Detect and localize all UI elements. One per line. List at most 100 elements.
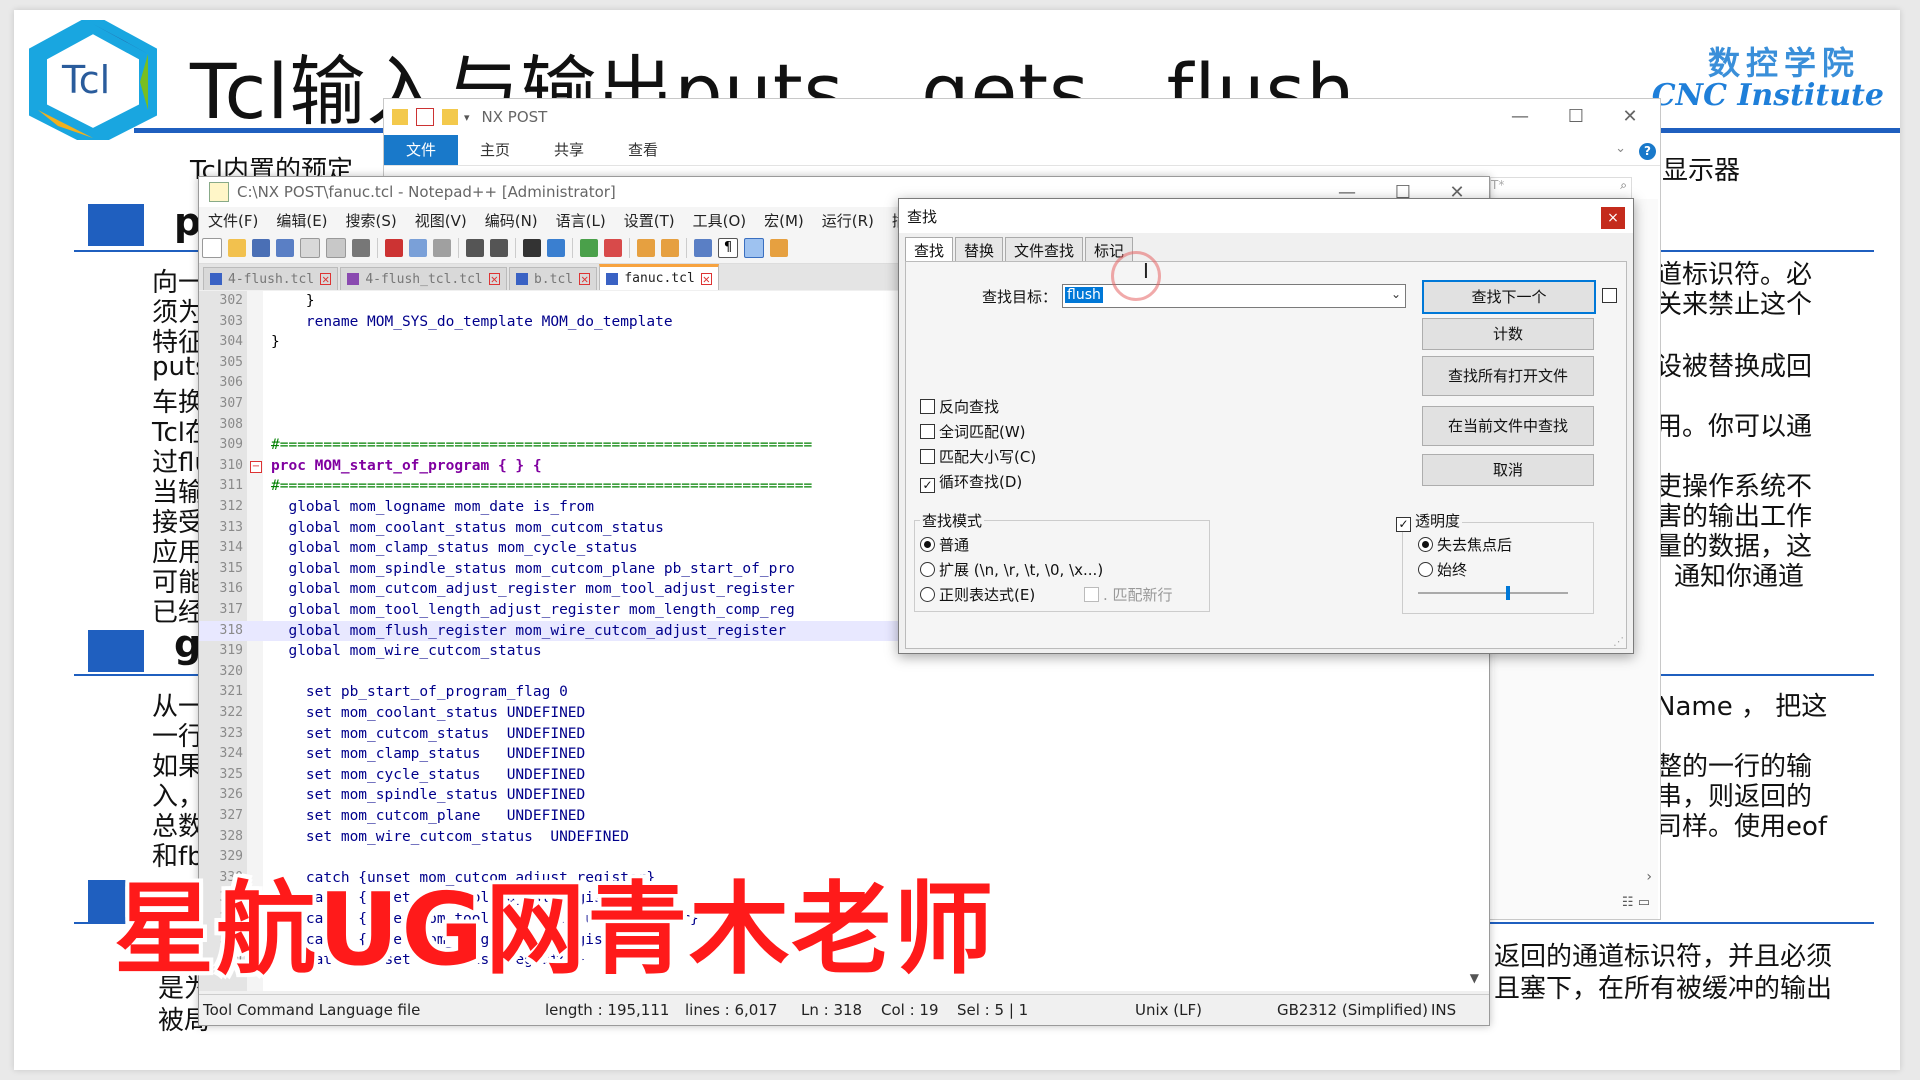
ribbon-tab-file[interactable]: 文件 (384, 135, 459, 165)
sync-vertical-icon[interactable] (637, 239, 655, 257)
option-whole-word[interactable]: 全词匹配(W) (920, 421, 1026, 442)
menu-view[interactable]: 视图(V) (406, 210, 476, 231)
checkbox-checked[interactable]: ✓ (1396, 517, 1411, 532)
explorer-search-input[interactable]: T* ⌕ (1490, 177, 1632, 199)
code-line[interactable]: 325 set mom_cycle_status UNDEFINED (199, 765, 1489, 786)
zoom-in-icon[interactable] (580, 239, 598, 257)
find-next-button[interactable]: 查找下一个 (1422, 280, 1596, 314)
checkbox[interactable] (920, 424, 935, 439)
code-line[interactable]: 321 set pb_start_of_program_flag 0 (199, 682, 1489, 703)
ribbon-tab-home[interactable]: 主页 (458, 135, 532, 165)
resize-grip-icon[interactable]: ⋰ (1613, 635, 1624, 648)
code-line[interactable]: 324 set mom_clamp_status UNDEFINED (199, 744, 1489, 765)
close-icon[interactable]: ✕ (700, 272, 713, 285)
ribbon-tab-share[interactable]: 共享 (532, 135, 606, 165)
mode-regex[interactable]: 正则表达式(E) (920, 584, 1035, 605)
transparency-slider-thumb[interactable] (1505, 586, 1510, 600)
find-icon[interactable] (523, 239, 541, 257)
code-line[interactable]: 322 set mom_coolant_status UNDEFINED (199, 703, 1489, 724)
radio[interactable] (920, 587, 935, 602)
chevron-down-icon[interactable]: ⌄ (1615, 141, 1626, 156)
radio[interactable] (1418, 562, 1433, 577)
mode-extended[interactable]: 扩展 (\n, \r, \t, \0, \x...) (920, 559, 1103, 580)
ribbon-tab-view[interactable]: 查看 (606, 135, 680, 165)
option-wrap-around[interactable]: ✓ 循环查找(D) (920, 471, 1022, 493)
help-icon[interactable]: ? (1639, 143, 1656, 160)
checkbox-disabled[interactable] (1084, 587, 1099, 602)
sync-horizontal-icon[interactable] (661, 239, 679, 257)
find-in-current-file-button[interactable]: 在当前文件中查找 (1422, 406, 1594, 446)
undo-icon[interactable] (466, 239, 484, 257)
close-icon[interactable]: × (1601, 207, 1625, 229)
close-icon[interactable]: ✕ (579, 273, 591, 285)
scroll-right-arrow[interactable]: › (1646, 869, 1652, 885)
explorer-titlebar[interactable]: ▾ NX POST (384, 99, 1660, 135)
close-file-icon[interactable] (300, 238, 320, 258)
print-icon[interactable] (352, 239, 370, 257)
code-line[interactable]: 327 set mom_cutcom_plane UNDEFINED (199, 806, 1489, 827)
checkbox[interactable] (920, 399, 935, 414)
option-match-case[interactable]: 匹配大小写(C) (920, 446, 1036, 467)
menu-search[interactable]: 搜索(S) (337, 210, 406, 231)
replace-icon[interactable] (547, 239, 565, 257)
code-line[interactable]: 320 (199, 662, 1489, 683)
find-titlebar[interactable]: 查找 (899, 199, 1633, 233)
properties-icon[interactable] (416, 108, 434, 126)
menu-file[interactable]: 文件(F) (199, 210, 267, 231)
option-dot-newline[interactable]: . 匹配新行 (1084, 584, 1173, 605)
zoom-out-icon[interactable] (604, 239, 622, 257)
copy-icon[interactable] (409, 239, 427, 257)
indent-guide-icon[interactable] (744, 238, 764, 258)
menu-settings[interactable]: 设置(T) (615, 210, 684, 231)
doc-tab-active[interactable]: fanuc.tcl ✕ (599, 264, 720, 290)
menu-tools[interactable]: 工具(O) (684, 210, 756, 231)
transparency-slider-track[interactable] (1418, 586, 1568, 600)
fold-collapse-icon[interactable]: − (250, 460, 262, 473)
close-icon[interactable]: ✕ (320, 273, 332, 285)
new-folder-icon[interactable] (442, 109, 458, 125)
checkbox-checked[interactable]: ✓ (920, 478, 935, 493)
close-icon[interactable]: ✕ (488, 273, 500, 285)
find-dialog[interactable]: 查找 × 查找 替换 文件查找 标记 查找目标： flush ⌄ 查找下一个 计… (898, 198, 1634, 654)
cut-icon[interactable] (385, 239, 403, 257)
find-all-open-files-button[interactable]: 查找所有打开文件 (1422, 356, 1594, 396)
paste-icon[interactable] (433, 239, 451, 257)
save-icon[interactable] (252, 239, 270, 257)
menu-language[interactable]: 语言(L) (547, 210, 615, 231)
find-extra-checkbox[interactable] (1602, 288, 1617, 303)
doc-tab[interactable]: 4-flush.tcl ✕ (203, 267, 339, 290)
menu-encoding[interactable]: 编码(N) (476, 210, 547, 231)
more-tools-icon[interactable] (770, 239, 788, 257)
scroll-down-arrow[interactable]: ▼ (1470, 971, 1479, 985)
radio-selected[interactable] (1418, 537, 1433, 552)
close-icon[interactable]: ✕ (1608, 103, 1652, 131)
new-file-icon[interactable] (202, 238, 222, 258)
checkbox[interactable] (920, 449, 935, 464)
transparency-toggle[interactable]: ✓ 透明度 (1394, 510, 1463, 532)
chevron-down-icon[interactable]: ▾ (464, 111, 470, 124)
chevron-down-icon[interactable]: ⌄ (1391, 287, 1401, 301)
word-wrap-icon[interactable] (694, 239, 712, 257)
doc-tab[interactable]: b.tcl ✕ (508, 267, 598, 290)
close-all-icon[interactable] (326, 238, 346, 258)
open-file-icon[interactable] (228, 239, 246, 257)
radio-selected[interactable] (920, 537, 935, 552)
code-line[interactable]: 328 set mom_wire_cutcom_status UNDEFINED (199, 827, 1489, 848)
trans-on-lose-focus[interactable]: 失去焦点后 (1418, 534, 1512, 555)
cancel-button[interactable]: 取消 (1422, 454, 1594, 486)
save-all-icon[interactable] (276, 239, 294, 257)
code-line[interactable]: 326 set mom_spindle_status UNDEFINED (199, 785, 1489, 806)
maximize-icon[interactable]: ☐ (1554, 103, 1598, 131)
menu-macro[interactable]: 宏(M) (755, 210, 813, 231)
view-mode-icon[interactable]: ☷ ▭ (1622, 895, 1650, 910)
doc-tab[interactable]: 4-flush_tcl.tcl ✕ (340, 267, 507, 290)
option-backward[interactable]: 反向查找 (920, 396, 999, 417)
show-all-chars-icon[interactable]: ¶ (718, 238, 738, 258)
menu-edit[interactable]: 编辑(E) (267, 210, 336, 231)
mode-normal[interactable]: 普通 (920, 534, 969, 555)
redo-icon[interactable] (490, 239, 508, 257)
code-line[interactable]: 323 set mom_cutcom_status UNDEFINED (199, 724, 1489, 745)
minimize-icon[interactable]: — (1498, 103, 1542, 131)
radio[interactable] (920, 562, 935, 577)
menu-run[interactable]: 运行(R) (813, 210, 883, 231)
